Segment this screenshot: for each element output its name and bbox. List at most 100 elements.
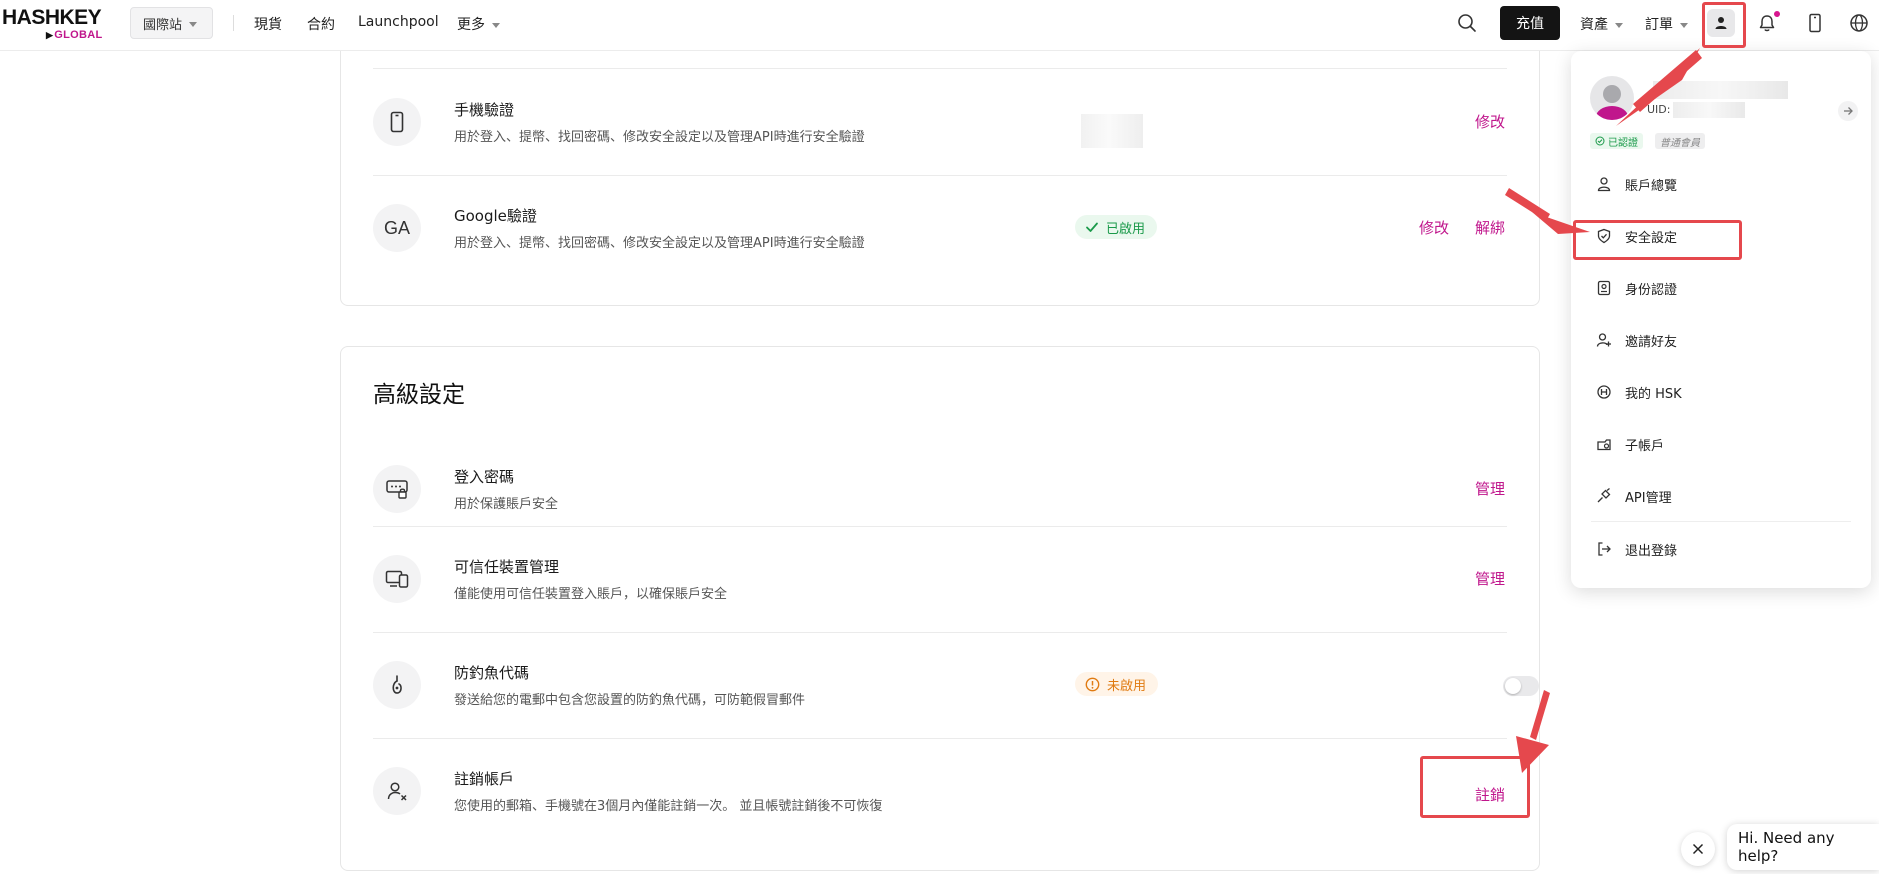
sub-account-icon	[1595, 435, 1613, 453]
chevron-down-icon	[1680, 22, 1688, 28]
nav-futures-label: 合約	[307, 17, 335, 33]
page: HASHKEY ▶GLOBAL 國際站 現貨 合約 Launchpool 更多 …	[0, 0, 1879, 874]
menu-divider	[1591, 521, 1851, 522]
arrow-right-icon[interactable]	[1838, 101, 1858, 121]
check-circle-icon	[1595, 136, 1605, 146]
row-trusted-devices: 可信任裝置管理 僅能使用可信任裝置登入賬戶，以確保賬戶安全 管理	[373, 526, 1507, 632]
section-title: 高級設定	[373, 382, 465, 408]
row-google-auth: GA Google驗證 用於登入、提幣、找回密碼、修改安全設定以及管理API時進…	[373, 175, 1507, 281]
row-title: Google驗證	[454, 207, 537, 225]
menu-item-api-management[interactable]: API管理	[1571, 476, 1871, 516]
ga-modify-link[interactable]: 修改	[1419, 217, 1449, 238]
nav-spot-label: 現貨	[254, 17, 282, 33]
row-title: 可信任裝置管理	[454, 558, 560, 576]
user-plus-icon	[1595, 331, 1613, 349]
annotation-box-avatar	[1702, 2, 1746, 48]
hook-icon	[373, 661, 421, 709]
nav-orders-label: 訂單	[1645, 17, 1673, 33]
nav-launchpool[interactable]: Launchpool	[358, 14, 439, 30]
menu-item-label: 子帳戶	[1625, 438, 1665, 454]
menu-item-identity-verification[interactable]: 身份認證	[1571, 268, 1871, 308]
hsk-coin-icon	[1595, 383, 1613, 401]
password-icon	[373, 465, 421, 513]
row-desc: 用於保護賬戶安全	[454, 497, 559, 512]
masked-phone-number	[1081, 114, 1143, 148]
nav-launchpool-label: Launchpool	[358, 14, 439, 30]
nav-futures[interactable]: 合約	[307, 14, 335, 34]
menu-item-label: 身份認證	[1625, 282, 1678, 298]
chat-help-bubble[interactable]: Hi. Need any help?	[1727, 824, 1879, 870]
ga-icon: GA	[373, 204, 421, 252]
ga-unbind-link[interactable]: 解綁	[1475, 217, 1505, 238]
hashkey-logo[interactable]: HASHKEY ▶GLOBAL	[2, 6, 108, 42]
masked-username	[1653, 81, 1788, 99]
site-select[interactable]: 國際站	[130, 7, 213, 39]
check-icon	[1086, 222, 1098, 232]
row-title: 註銷帳戶	[454, 770, 515, 788]
nav-orders[interactable]: 訂單	[1645, 14, 1688, 34]
logo-sub: ▶GLOBAL	[46, 29, 102, 41]
chevron-down-icon	[1615, 22, 1623, 28]
menu-item-label: API管理	[1625, 490, 1672, 506]
logo-sub-text: GLOBAL	[54, 29, 103, 41]
nav-more[interactable]: 更多	[457, 14, 500, 34]
menu-item-label: 賬戶總覽	[1625, 178, 1678, 194]
uid-label: UID:	[1647, 103, 1671, 116]
row-phone-verification: 手機驗證 用於登入、提幣、找回密碼、修改安全設定以及管理API時進行安全驗證 修…	[373, 69, 1507, 175]
row-anti-phishing: 防釣魚代碼 發送給您的電郵中包含您設置的防釣魚代碼，可防範假冒郵件 未啟用	[373, 632, 1539, 738]
status-badge-enabled: 已啟用	[1075, 215, 1158, 239]
phone-modify-link[interactable]: 修改	[1475, 111, 1505, 132]
verified-badge: 已認證	[1590, 133, 1643, 149]
chevron-down-icon	[492, 22, 500, 28]
menu-item-logout[interactable]: 退出登錄	[1571, 529, 1871, 569]
site-select-label: 國際站	[143, 17, 183, 33]
recharge-button[interactable]: 充值	[1500, 6, 1560, 40]
top-nav-bar: HASHKEY ▶GLOBAL 國際站 現貨 合約 Launchpool 更多 …	[0, 0, 1879, 51]
nav-assets[interactable]: 資產	[1580, 14, 1623, 34]
advanced-settings-card: 高級設定 登入密碼 用於保護賬戶安全 管理 可信任裝置管理 僅能使用可信任裝置登…	[340, 346, 1540, 871]
nav-spot[interactable]: 現貨	[254, 14, 282, 34]
menu-item-account-overview[interactable]: 賬戶總覽	[1571, 164, 1871, 204]
avatar-head	[1603, 85, 1621, 103]
masked-uid	[1673, 102, 1745, 118]
row-title: 手機驗證	[454, 101, 515, 119]
menu-item-invite-friends[interactable]: 邀請好友	[1571, 320, 1871, 360]
menu-item-my-hsk[interactable]: 我的 HSK	[1571, 372, 1871, 412]
menu-item-label: 邀請好友	[1625, 334, 1678, 350]
menu-item-label: 退出登錄	[1625, 543, 1678, 559]
row-delete-account: 註銷帳戶 您使用的郵箱、手機號在3個月內僅能註銷一次。 並且帳號註銷後不可恢復 …	[373, 738, 1507, 844]
user-remove-icon	[373, 767, 421, 815]
status-text: 未啟用	[1107, 678, 1147, 694]
password-manage-link[interactable]: 管理	[1475, 478, 1505, 499]
logout-icon	[1595, 540, 1613, 558]
menu-item-label: 我的 HSK	[1625, 386, 1682, 402]
close-icon	[1692, 843, 1704, 855]
status-text: 已啟用	[1106, 221, 1146, 237]
avatar-body	[1596, 106, 1628, 120]
nav-divider	[233, 15, 234, 31]
row-desc: 您使用的郵箱、手機號在3個月內僅能註銷一次。 並且帳號註銷後不可恢復	[454, 799, 883, 814]
row-desc: 僅能使用可信任裝置登入賬戶，以確保賬戶安全	[454, 587, 728, 602]
logo-wordmark: HASHKEY	[2, 6, 102, 29]
annotation-box-delete	[1420, 756, 1530, 818]
row-title: 登入密碼	[454, 468, 515, 486]
logo-triangle-icon: ▶	[46, 30, 54, 40]
devices-manage-link[interactable]: 管理	[1475, 568, 1505, 589]
devices-icon	[373, 555, 421, 603]
row-title: 防釣魚代碼	[454, 664, 530, 682]
status-badge-disabled: 未啟用	[1075, 672, 1159, 696]
menu-item-sub-account[interactable]: 子帳戶	[1571, 424, 1871, 464]
member-level-badge: 普通會員	[1655, 133, 1705, 149]
user-dropdown-menu: UID: 已認證 普通會員 賬戶總覽 安全設定 身份認證 邀請好友 我的 HSK	[1571, 51, 1871, 588]
anti-phishing-toggle[interactable]	[1503, 676, 1539, 696]
api-plug-icon	[1595, 487, 1613, 505]
mobile-app-icon[interactable]	[1804, 12, 1826, 34]
search-icon[interactable]	[1456, 12, 1478, 34]
chat-close-button[interactable]	[1681, 832, 1715, 866]
verified-badge-text: 已認證	[1608, 137, 1638, 149]
warning-icon	[1085, 677, 1100, 691]
row-desc: 用於登入、提幣、找回密碼、修改安全設定以及管理API時進行安全驗證	[454, 236, 865, 251]
globe-icon[interactable]	[1848, 12, 1870, 34]
avatar	[1590, 76, 1634, 120]
row-desc: 用於登入、提幣、找回密碼、修改安全設定以及管理API時進行安全驗證	[454, 130, 865, 145]
